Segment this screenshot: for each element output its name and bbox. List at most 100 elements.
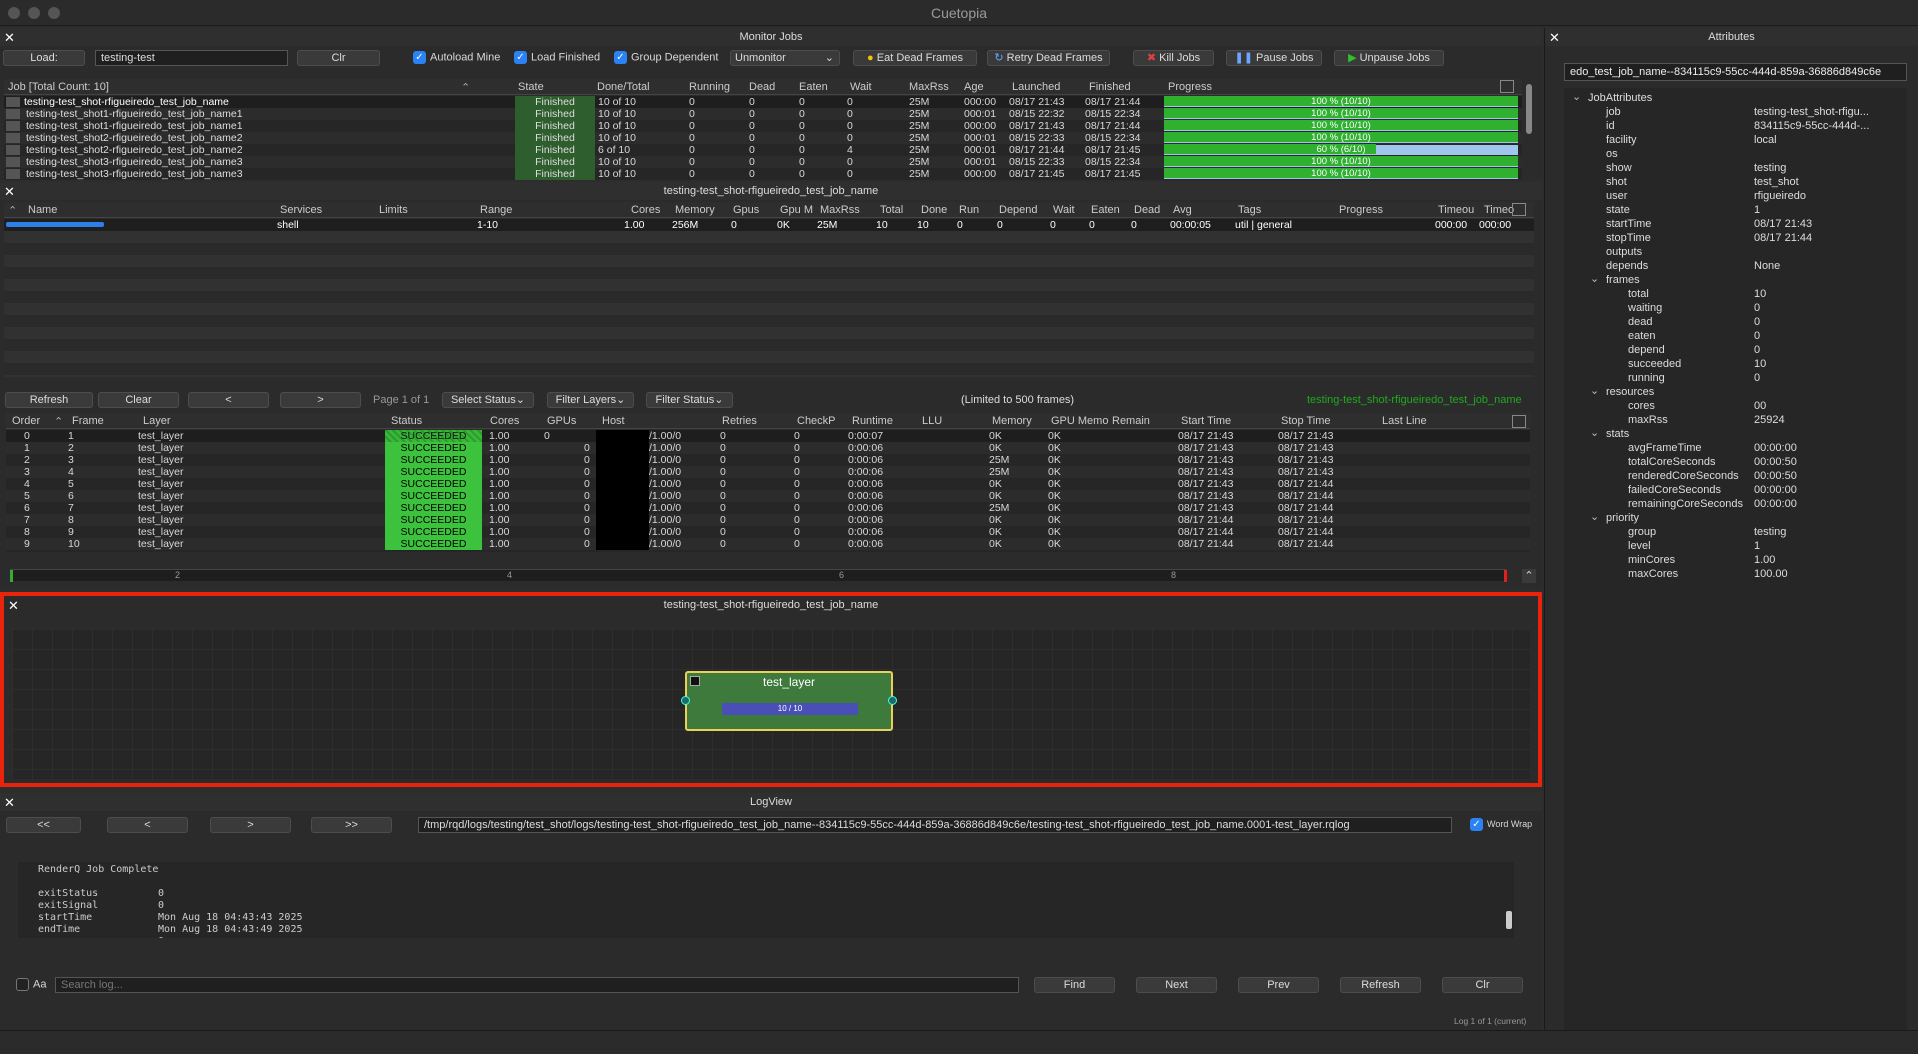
close-panel-icon[interactable]: ✕ (4, 183, 15, 201)
frame-row[interactable]: 0 1 test_layer SUCCEEDED 1.00 0 /1.00/0 … (6, 430, 1530, 442)
load-finished-checkbox[interactable]: ✓ Load Finished (514, 51, 600, 64)
job-row[interactable]: testing-test_shot1-rfigueiredo_test_job_… (4, 120, 1522, 132)
close-panel-icon[interactable]: ✕ (1549, 29, 1560, 47)
attribute-row[interactable]: maxRss 25924 (1564, 414, 1907, 428)
node-graph-canvas[interactable]: test_layer 10 / 10 (12, 629, 1530, 779)
column-picker-icon[interactable] (1500, 80, 1514, 93)
attribute-row[interactable]: waiting 0 (1564, 302, 1907, 316)
retry-dead-frames-button[interactable]: ↻ Retry Dead Frames (987, 50, 1110, 66)
maximize-window-icon[interactable] (48, 7, 60, 19)
find-prev-button[interactable]: Prev (1238, 977, 1319, 993)
log-first-button[interactable]: << (6, 817, 81, 833)
minimize-window-icon[interactable] (28, 7, 40, 19)
autoload-mine-checkbox[interactable]: ✓ Autoload Mine (413, 51, 500, 64)
log-clr-button[interactable]: Clr (1442, 977, 1523, 993)
find-next-button[interactable]: Next (1136, 977, 1217, 993)
layer-row[interactable]: shell 1-10 1.00 256M 0 0K 25M 10 10 0 0 … (4, 219, 1534, 231)
frames-next-page-button[interactable]: > (280, 392, 361, 408)
frame-row[interactable]: 3 4 test_layer SUCCEEDED 1.00 0 /1.00/0 … (6, 466, 1530, 478)
attribute-row[interactable]: eaten 0 (1564, 330, 1907, 344)
attribute-row[interactable]: stopTime 08/17 21:44 (1564, 232, 1907, 246)
job-row[interactable]: testing-test_shot2-rfigueiredo_test_job_… (4, 144, 1522, 156)
eat-dead-frames-button[interactable]: ● Eat Dead Frames (853, 50, 977, 66)
frame-row[interactable]: 1 2 test_layer SUCCEEDED 1.00 0 /1.00/0 … (6, 442, 1530, 454)
log-prev-button[interactable]: < (107, 817, 188, 833)
log-refresh-button[interactable]: Refresh (1340, 977, 1421, 993)
attribute-row[interactable]: shot test_shot (1564, 176, 1907, 190)
close-panel-icon[interactable]: ✕ (4, 794, 15, 812)
output-port-icon[interactable] (888, 696, 897, 705)
attribute-row[interactable]: dead 0 (1564, 316, 1907, 330)
attribute-row[interactable]: JobAttributes (1564, 92, 1907, 106)
log-scrollbar[interactable] (1506, 911, 1512, 929)
attribute-row[interactable]: os (1564, 148, 1907, 162)
attribute-row[interactable]: state 1 (1564, 204, 1907, 218)
job-row[interactable]: testing-test_shot3-rfigueiredo_test_job_… (4, 156, 1522, 168)
frame-timeline[interactable]: 2 4 6 8 (10, 569, 1507, 582)
job-row[interactable]: testing-test_shot-rfigueiredo_test_job_n… (4, 96, 1522, 108)
close-panel-icon[interactable]: ✕ (4, 29, 15, 47)
filter-status-dropdown[interactable]: Filter Status⌄ (646, 392, 733, 408)
job-row[interactable]: testing-test_shot2-rfigueiredo_test_job_… (4, 132, 1522, 144)
close-panel-icon[interactable]: ✕ (8, 597, 19, 615)
attribute-row[interactable]: depend 0 (1564, 344, 1907, 358)
column-picker-icon[interactable] (1512, 415, 1526, 428)
attribute-row[interactable]: totalCoreSeconds 00:00:50 (1564, 456, 1907, 470)
attribute-row[interactable]: succeeded 10 (1564, 358, 1907, 372)
attribute-row[interactable]: facility local (1564, 134, 1907, 148)
attribute-row[interactable]: user rfigueiredo (1564, 190, 1907, 204)
layer-node-test-layer[interactable]: test_layer 10 / 10 (681, 671, 897, 731)
attribute-row[interactable]: priority (1564, 512, 1907, 526)
unmonitor-dropdown[interactable]: Unmonitor ⌄ (730, 50, 840, 66)
word-wrap-checkbox[interactable]: ✓ Word Wrap (1470, 818, 1532, 831)
log-content[interactable]: RenderQ Job Complete exitStatus 0 exitSigna… (18, 862, 1514, 938)
frame-row[interactable]: 7 8 test_layer SUCCEEDED 1.00 0 /1.00/0 … (6, 514, 1530, 526)
filter-layers-dropdown[interactable]: Filter Layers⌄ (547, 392, 634, 408)
attribute-row[interactable]: outputs (1564, 246, 1907, 260)
frame-row[interactable]: 8 9 test_layer SUCCEEDED 1.00 0 /1.00/0 … (6, 526, 1530, 538)
job-row[interactable]: testing-test_shot1-rfigueiredo_test_job_… (4, 108, 1522, 120)
clr-button[interactable]: Clr (297, 50, 380, 66)
input-port-icon[interactable] (681, 696, 690, 705)
attribute-row[interactable]: failedCoreSeconds 00:00:00 (1564, 484, 1907, 498)
jobs-scrollbar[interactable] (1526, 84, 1532, 134)
chevron-up-icon[interactable]: ⌃ (1522, 569, 1536, 583)
attribute-row[interactable]: renderedCoreSeconds 00:00:50 (1564, 470, 1907, 484)
frame-row[interactable]: 9 10 test_layer SUCCEEDED 1.00 0 /1.00/0… (6, 538, 1530, 550)
load-button[interactable]: Load: (3, 50, 85, 66)
attribute-row[interactable]: total 10 (1564, 288, 1907, 302)
frames-clear-button[interactable]: Clear (98, 392, 179, 408)
load-input[interactable]: testing-test (95, 50, 288, 66)
search-log-input[interactable]: Search log... (55, 977, 1019, 993)
group-dependent-checkbox[interactable]: ✓ Group Dependent (614, 51, 718, 64)
attribute-row[interactable]: stats (1564, 428, 1907, 442)
unpause-jobs-button[interactable]: ▶ Unpause Jobs (1334, 50, 1444, 66)
find-button[interactable]: Find (1034, 977, 1115, 993)
frame-row[interactable]: 4 5 test_layer SUCCEEDED 1.00 0 /1.00/0 … (6, 478, 1530, 490)
column-picker-icon[interactable] (1512, 203, 1526, 216)
frames-prev-page-button[interactable]: < (188, 392, 269, 408)
attribute-row[interactable]: depends None (1564, 260, 1907, 274)
frame-row[interactable]: 2 3 test_layer SUCCEEDED 1.00 0 /1.00/0 … (6, 454, 1530, 466)
attribute-row[interactable]: startTime 08/17 21:43 (1564, 218, 1907, 232)
attribute-row[interactable]: remainingCoreSeconds 00:00:00 (1564, 498, 1907, 512)
attribute-row[interactable]: running 0 (1564, 372, 1907, 386)
frame-row[interactable]: 6 7 test_layer SUCCEEDED 1.00 0 /1.00/0 … (6, 502, 1530, 514)
select-status-dropdown[interactable]: Select Status⌄ (442, 392, 534, 408)
attribute-row[interactable]: cores 00 (1564, 400, 1907, 414)
attribute-row[interactable]: maxCores 100.00 (1564, 568, 1907, 582)
attribute-row[interactable]: group testing (1564, 526, 1907, 540)
attribute-row[interactable]: id 834115c9-55cc-444d-... (1564, 120, 1907, 134)
close-window-icon[interactable] (8, 7, 20, 19)
frame-row[interactable]: 5 6 test_layer SUCCEEDED 1.00 0 /1.00/0 … (6, 490, 1530, 502)
attributes-job-field[interactable]: edo_test_job_name--834115c9-55cc-444d-85… (1564, 63, 1907, 81)
attribute-row[interactable]: show testing (1564, 162, 1907, 176)
attribute-row[interactable]: level 1 (1564, 540, 1907, 554)
job-row[interactable]: testing-test_shot3-rfigueiredo_test_job_… (4, 168, 1522, 180)
attribute-row[interactable]: minCores 1.00 (1564, 554, 1907, 568)
log-next-button[interactable]: > (210, 817, 291, 833)
attribute-row[interactable]: resources (1564, 386, 1907, 400)
log-last-button[interactable]: >> (311, 817, 392, 833)
pause-jobs-button[interactable]: ❚❚ Pause Jobs (1226, 50, 1322, 66)
log-path-field[interactable]: /tmp/rqd/logs/testing/test_shot/logs/tes… (418, 817, 1452, 833)
